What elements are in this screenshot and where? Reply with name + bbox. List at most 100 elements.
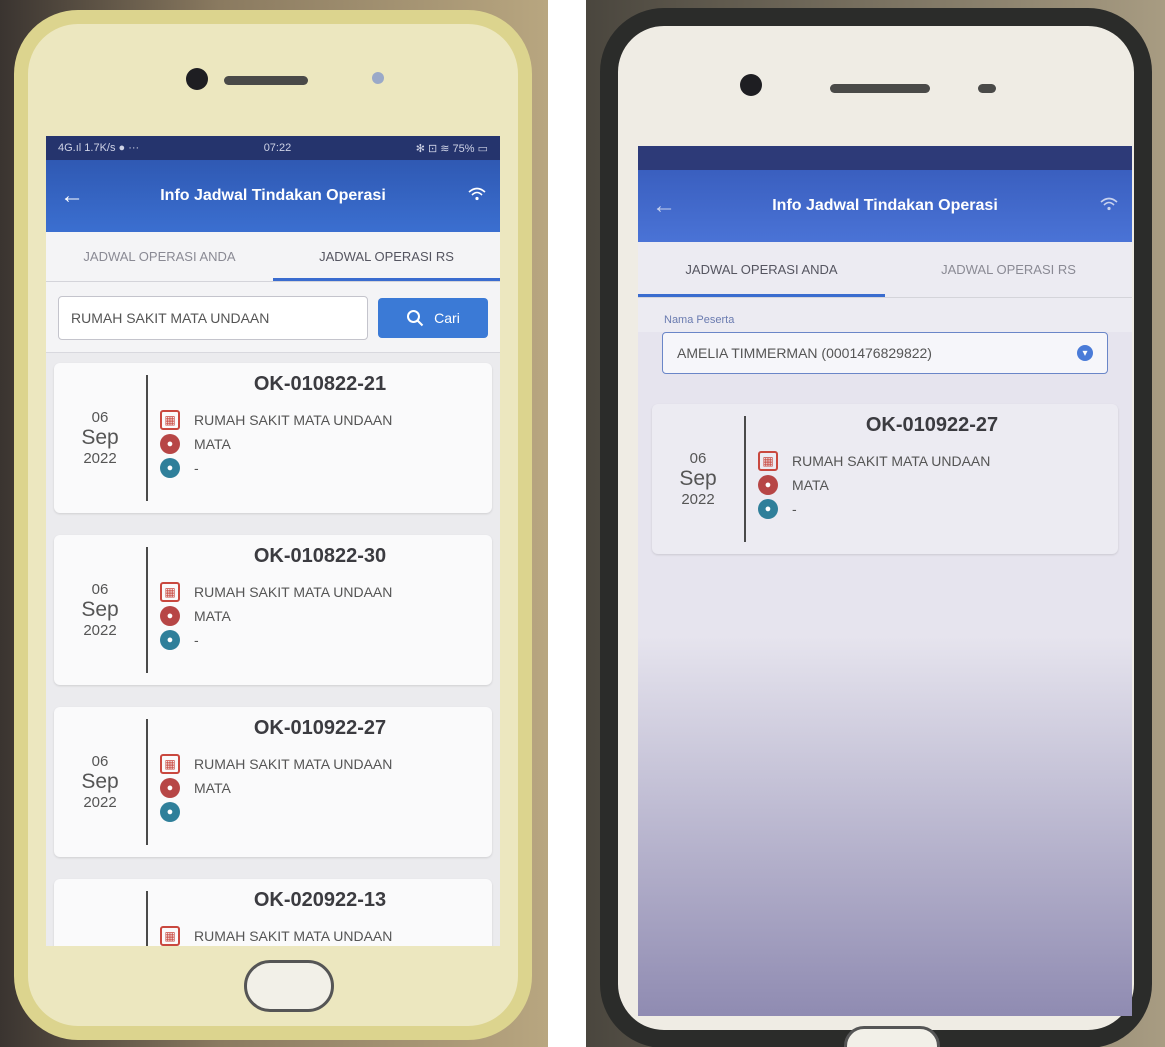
schedule-card[interactable]: 06 Sep 2022 OK-010822-30 ▦ RUMAH SAKIT MA… <box>54 535 492 685</box>
date-year: 2022 <box>83 622 117 639</box>
participant-label: Nama Peserta <box>638 298 1132 332</box>
right-screen: ← Info Jadwal Tindakan Operasi JADWAL OP… <box>638 146 1132 1016</box>
doctor-icon: ● <box>758 499 778 519</box>
status-left: 4G.ıl 1.7K/s ● ··· <box>58 142 140 154</box>
poly-icon: ● <box>160 434 180 454</box>
poly-row: ● MATA <box>160 432 480 456</box>
schedule-list: 06 Sep 2022 OK-010922-27 ▦ RUMAH SAKIT MA… <box>638 394 1132 586</box>
hospital-icon: ▦ <box>758 451 778 471</box>
left-screen: 4G.ıl 1.7K/s ● ··· 07:22 ✻ ⊡ ≋ 75% ▭ ← I… <box>46 136 500 946</box>
front-camera <box>186 68 208 90</box>
poly-row: ● MATA <box>160 776 480 800</box>
operation-code: OK-010922-27 <box>865 414 999 436</box>
doctor-row: ● - <box>160 456 480 480</box>
date-day: 06 <box>91 753 109 770</box>
poly-row: ● MATA <box>758 473 1106 497</box>
tab-jadwal-operasi-anda[interactable]: JADWAL OPERASI ANDA <box>46 232 273 281</box>
earpiece-speaker <box>830 84 930 93</box>
page-title: Info Jadwal Tindakan Operasi <box>160 187 386 204</box>
date-day: 06 <box>91 581 109 598</box>
status-right: ✻ ⊡ ≋ 75% ▭ <box>415 142 488 155</box>
tab-jadwal-operasi-rs[interactable]: JADWAL OPERASI RS <box>273 232 500 281</box>
status-bar: 4G.ıl 1.7K/s ● ··· 07:22 ✻ ⊡ ≋ 75% ▭ <box>46 136 500 160</box>
hospital-icon: ▦ <box>160 582 180 602</box>
hospital-row: ▦ RUMAH SAKIT MATA UNDAAN <box>160 408 480 432</box>
doctor-icon: ● <box>160 458 180 478</box>
card-date: 06 Sep 2022 <box>54 363 146 513</box>
front-camera <box>740 74 762 96</box>
schedule-card[interactable]: 06 Sep 2022 OK-010922-27 ▦ RUMAH SAKIT MA… <box>54 707 492 857</box>
date-day: 06 <box>92 946 109 947</box>
page-title: Info Jadwal Tindakan Operasi <box>772 197 998 214</box>
tab-bar: JADWAL OPERASI ANDA JADWAL OPERASI RS <box>46 232 500 282</box>
card-date: 06 Sep 2022 <box>54 707 146 857</box>
tab-jadwal-operasi-rs[interactable]: JADWAL OPERASI RS <box>885 242 1132 297</box>
date-year: 2022 <box>83 450 117 467</box>
dropdown-caret-icon: ▾ <box>1077 345 1093 361</box>
schedule-card[interactable]: 06 OK-020922-13 ▦ RUMAH SAKIT MATA UNDAAN <box>54 879 492 946</box>
poly-name: MATA <box>194 780 231 796</box>
schedule-card[interactable]: 06 Sep 2022 OK-010922-27 ▦ RUMAH SAKIT MA… <box>652 404 1118 554</box>
doctor-name: - <box>194 632 199 648</box>
proximity-sensor <box>372 72 384 84</box>
date-month: Sep <box>679 467 717 490</box>
date-year: 2022 <box>681 491 715 508</box>
status-time: 07:22 <box>263 142 292 154</box>
doctor-row: ● - <box>160 628 480 652</box>
date-month: Sep <box>81 598 119 621</box>
card-info: OK-010922-27 ▦ RUMAH SAKIT MATA UNDAAN ● M… <box>746 404 1118 554</box>
date-month: Sep <box>81 770 119 793</box>
wifi-icon <box>452 187 486 206</box>
tab-label: JADWAL OPERASI RS <box>941 262 1076 277</box>
card-info: OK-010822-21 ▦ RUMAH SAKIT MATA UNDAAN ● M… <box>148 363 492 513</box>
back-arrow-icon[interactable]: ← <box>652 192 686 220</box>
wifi-icon <box>1084 197 1118 216</box>
hospital-icon: ▦ <box>160 754 180 774</box>
screen-glare-shade <box>638 636 1132 1016</box>
poly-icon: ● <box>160 606 180 626</box>
card-date: 06 Sep 2022 <box>652 404 744 554</box>
doctor-name: - <box>194 460 199 476</box>
poly-name: MATA <box>194 436 231 452</box>
doctor-row: ● - <box>758 497 1106 521</box>
search-row: RUMAH SAKIT MATA UNDAAN Cari <box>46 282 500 353</box>
search-icon <box>407 310 424 327</box>
operation-code: OK-010822-30 <box>253 545 387 567</box>
hospital-name: RUMAH SAKIT MATA UNDAAN <box>194 584 393 600</box>
date-month: Sep <box>81 426 119 449</box>
hospital-row: ▦ RUMAH SAKIT MATA UNDAAN <box>160 752 480 776</box>
participant-value: AMELIA TIMMERMAN (0001476829822) <box>677 345 932 361</box>
schedule-card[interactable]: 06 Sep 2022 OK-010822-21 ▦ RUMAH SAKIT MA… <box>54 363 492 513</box>
tab-label: JADWAL OPERASI ANDA <box>685 262 838 277</box>
card-date: 06 <box>54 879 146 947</box>
date-day: 06 <box>689 450 707 467</box>
hospital-search-input[interactable]: RUMAH SAKIT MATA UNDAAN <box>58 296 368 340</box>
card-date: 06 Sep 2022 <box>54 535 146 685</box>
home-button <box>844 1026 940 1047</box>
card-info: OK-010822-30 ▦ RUMAH SAKIT MATA UNDAAN ● M… <box>148 535 492 685</box>
proximity-sensor <box>978 84 996 93</box>
poly-icon: ● <box>160 778 180 798</box>
doctor-name: - <box>792 501 797 517</box>
operation-code: OK-020922-13 <box>253 889 387 911</box>
app-bar: ← Info Jadwal Tindakan Operasi <box>46 160 500 232</box>
status-bar <box>638 146 1132 170</box>
card-info: OK-020922-13 ▦ RUMAH SAKIT MATA UNDAAN <box>148 879 492 946</box>
participant-select[interactable]: AMELIA TIMMERMAN (0001476829822) ▾ <box>662 332 1108 374</box>
tab-label: JADWAL OPERASI RS <box>319 249 454 264</box>
hospital-icon: ▦ <box>160 410 180 430</box>
hospital-row: ▦ RUMAH SAKIT MATA UNDAAN <box>160 580 480 604</box>
hospital-name: RUMAH SAKIT MATA UNDAAN <box>194 756 393 772</box>
right-photo: ← Info Jadwal Tindakan Operasi JADWAL OP… <box>586 0 1165 1047</box>
tab-bar: JADWAL OPERASI ANDA JADWAL OPERASI RS <box>638 242 1132 298</box>
doctor-icon: ● <box>160 802 180 822</box>
search-button-label: Cari <box>434 310 460 326</box>
tab-jadwal-operasi-anda[interactable]: JADWAL OPERASI ANDA <box>638 242 885 297</box>
hospital-icon: ▦ <box>160 926 180 946</box>
operation-code: OK-010822-21 <box>253 373 387 395</box>
search-button[interactable]: Cari <box>378 298 488 338</box>
poly-name: MATA <box>792 477 829 493</box>
poly-icon: ● <box>758 475 778 495</box>
back-arrow-icon[interactable]: ← <box>60 182 94 210</box>
doctor-row: ● <box>160 800 480 824</box>
